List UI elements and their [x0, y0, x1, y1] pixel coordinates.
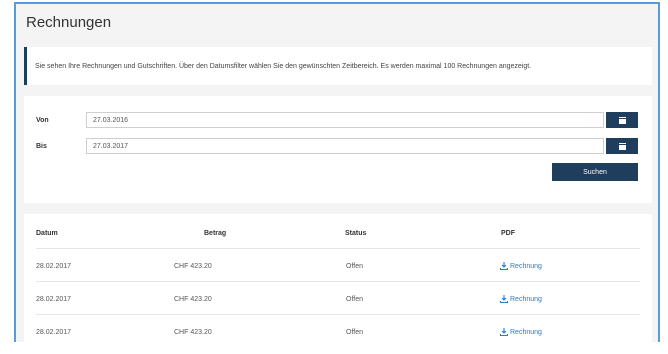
- from-calendar-button[interactable]: [606, 112, 638, 128]
- info-text: Sie sehen Ihre Rechnungen und Gutschrift…: [35, 62, 532, 70]
- cell-amount: CHF 423.20: [174, 296, 212, 303]
- row-divider: [36, 248, 640, 249]
- column-header-date: Datum: [36, 230, 58, 237]
- column-header-status: Status: [345, 230, 367, 237]
- pdf-link-label: Rechnung: [510, 262, 542, 270]
- info-message: Sie sehen Ihre Rechnungen und Gutschrift…: [24, 47, 652, 85]
- to-date-input[interactable]: [86, 138, 604, 154]
- invoice-pdf-link[interactable]: Rechnung: [500, 262, 542, 270]
- download-icon: [500, 328, 508, 336]
- from-date-input[interactable]: [86, 112, 604, 128]
- download-icon: [500, 262, 508, 270]
- row-divider: [36, 281, 640, 282]
- cell-date: 28.02.2017: [36, 263, 72, 270]
- to-label: Bis: [36, 143, 47, 150]
- cell-status: Offen: [346, 296, 363, 303]
- window-frame: Rechnungen Sie sehen Ihre Rechnungen und…: [14, 2, 660, 354]
- column-header-amount: Betrag: [204, 230, 227, 237]
- invoice-pdf-link[interactable]: Rechnung: [500, 328, 542, 336]
- calendar-icon: [618, 142, 626, 150]
- calendar-icon: [618, 116, 626, 124]
- row-divider: [36, 314, 640, 315]
- cell-amount: CHF 423.20: [174, 329, 212, 336]
- page-title: Rechnungen: [26, 14, 112, 31]
- invoice-pdf-link[interactable]: Rechnung: [500, 295, 542, 303]
- date-filter-panel: Von Bis Suchen: [24, 96, 652, 203]
- from-label: Von: [36, 117, 49, 124]
- pdf-link-label: Rechnung: [510, 295, 542, 303]
- to-calendar-button[interactable]: [606, 138, 638, 154]
- cell-status: Offen: [346, 329, 363, 336]
- column-header-pdf: PDF: [501, 230, 515, 237]
- invoice-table: Datum Betrag Status PDF 28.02.2017 CHF 4…: [24, 214, 652, 354]
- cell-date: 28.02.2017: [36, 329, 72, 336]
- cell-date: 28.02.2017: [36, 296, 72, 303]
- search-button[interactable]: Suchen: [552, 163, 638, 181]
- download-icon: [500, 295, 508, 303]
- cell-status: Offen: [346, 263, 363, 270]
- pdf-link-label: Rechnung: [510, 328, 542, 336]
- cell-amount: CHF 423.20: [174, 263, 212, 270]
